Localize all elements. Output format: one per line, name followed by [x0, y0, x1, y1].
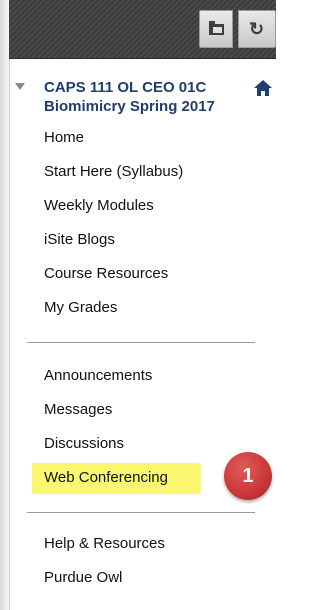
menu-divider: [27, 342, 255, 343]
menu-item-announcements[interactable]: Announcements: [44, 366, 152, 386]
refresh-button[interactable]: ↻: [238, 10, 276, 48]
menu-item-weekly-modules[interactable]: Weekly Modules: [44, 196, 154, 216]
menu-item-help-resources[interactable]: Help & Resources: [44, 534, 165, 554]
menu-toolbar: ↻: [9, 0, 276, 59]
menu-item-messages[interactable]: Messages: [44, 400, 112, 420]
refresh-icon: ↻: [249, 19, 265, 39]
course-title-line1: CAPS 111 OL CEO 01C: [44, 79, 207, 96]
menu-item-discussions[interactable]: Discussions: [44, 434, 124, 454]
menu-item-course-resources[interactable]: Course Resources: [44, 264, 168, 284]
course-title[interactable]: CAPS 111 OL CEO 01C Biomimicry Spring 20…: [44, 78, 244, 116]
home-icon[interactable]: [254, 80, 272, 96]
menu-item-home[interactable]: Home: [44, 128, 84, 148]
menu-divider: [27, 512, 255, 513]
menu-item-start-here[interactable]: Start Here (Syllabus): [44, 162, 183, 182]
menu-item-purdue-owl[interactable]: Purdue Owl: [44, 568, 122, 588]
folder-icon: [209, 21, 224, 35]
menu-item-my-grades[interactable]: My Grades: [44, 298, 117, 318]
collapse-arrow-icon[interactable]: [15, 83, 25, 90]
folder-view-button[interactable]: [199, 10, 233, 48]
panel-edge: [0, 0, 10, 610]
menu-item-web-conferencing[interactable]: Web Conferencing: [44, 468, 168, 488]
menu-item-isite-blogs[interactable]: iSite Blogs: [44, 230, 115, 250]
step-number-badge: 1: [224, 452, 272, 500]
course-title-line2: Biomimicry Spring 2017: [44, 98, 215, 115]
course-menu-panel: ↻ CAPS 111 OL CEO 01C Biomimicry Spring …: [0, 0, 276, 610]
